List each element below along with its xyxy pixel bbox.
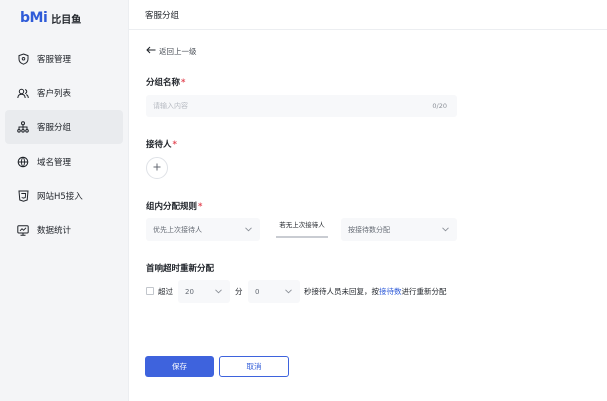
receptionist-label-text: 接待人 — [146, 140, 172, 150]
required-mark: * — [181, 78, 186, 88]
brand-name: 比目鱼 — [51, 14, 82, 26]
sidebar-item-label: 网站H5接入 — [37, 192, 83, 202]
tab-underline — [276, 236, 328, 238]
timeout-description: 秒接待人员未回复，按接待数进行重新分配 — [304, 286, 447, 297]
minutes-unit: 分 — [235, 287, 243, 296]
globe-icon — [17, 156, 29, 168]
sidebar-item-service-groups[interactable]: 客服分组 — [5, 110, 123, 144]
users-icon — [17, 87, 29, 99]
sidebar-item-label: 客服分组 — [37, 123, 72, 133]
save-button[interactable]: 保存 — [145, 356, 214, 377]
fallback-rule-label: 若无上次接待人 — [279, 221, 325, 229]
minutes-value: 20 — [185, 287, 194, 296]
chevron-down-icon — [442, 226, 449, 234]
timeout-suffix-end: 进行重新分配 — [401, 287, 447, 296]
checkbox-label: 超过 — [158, 287, 173, 296]
sidebar-item-label: 客服管理 — [37, 55, 72, 65]
timeout-checkbox[interactable] — [146, 287, 154, 295]
char-counter: 0/20 — [432, 102, 447, 110]
sidebar-item-h5-access[interactable]: 网站H5接入 — [5, 179, 123, 213]
primary-rule-value: 优先上次接待人 — [153, 225, 202, 234]
back-link[interactable]: 返回上一级 — [146, 46, 197, 57]
chevron-down-icon — [245, 226, 252, 234]
back-link-label: 返回上一级 — [159, 47, 197, 56]
timeout-suffix-text: 秒接待人员未回复，按 — [304, 287, 379, 296]
required-mark: * — [198, 202, 203, 212]
plus-icon — [153, 163, 161, 174]
allocation-rule-label-text: 组内分配规则 — [146, 202, 198, 212]
h5-icon — [17, 190, 29, 202]
sidebar: bMi 比目鱼 客服管理 客户列表 客服分组 域名管理 网站H5接入 数据统计 — [0, 0, 129, 401]
top-header: 客服分组 — [129, 0, 607, 30]
allocation-rule-label: 组内分配规则* — [146, 200, 202, 212]
shield-icon — [17, 53, 29, 65]
sidebar-item-label: 数据统计 — [37, 226, 72, 236]
group-name-input[interactable] — [146, 95, 457, 117]
page-title: 客服分组 — [145, 11, 180, 21]
group-name-label: 分组名称* — [146, 76, 185, 88]
monitor-chart-icon — [17, 224, 29, 236]
sidebar-item-statistics[interactable]: 数据统计 — [5, 213, 123, 247]
sidebar-item-service-management[interactable]: 客服管理 — [5, 42, 123, 76]
chevron-down-icon — [285, 288, 292, 296]
receptionist-label: 接待人* — [146, 138, 177, 150]
add-receptionist-button[interactable] — [146, 157, 168, 179]
sidebar-item-label: 客户列表 — [37, 89, 72, 99]
required-mark: * — [172, 140, 177, 150]
seconds-select[interactable]: 0 — [248, 280, 300, 303]
sidebar-item-domain-management[interactable]: 域名管理 — [5, 145, 123, 179]
group-name-label-text: 分组名称 — [146, 78, 181, 88]
cancel-button[interactable]: 取消 — [219, 356, 289, 377]
timeout-label: 首响超时重新分配 — [146, 264, 215, 274]
org-tree-icon — [17, 121, 29, 133]
group-name-field[interactable]: 0/20 — [146, 95, 457, 117]
logo-mark: bMi — [20, 10, 48, 26]
secondary-rule-value: 按接待数分配 — [348, 225, 390, 234]
seconds-value: 0 — [255, 287, 260, 296]
secondary-rule-select[interactable]: 按接待数分配 — [341, 218, 457, 241]
chevron-down-icon — [215, 288, 222, 296]
sidebar-item-customer-list[interactable]: 客户列表 — [5, 76, 123, 110]
arrow-left-icon — [146, 46, 156, 57]
brand-logo[interactable]: bMi 比目鱼 — [20, 8, 81, 28]
fallback-rule-tab[interactable]: 若无上次接待人 — [276, 219, 328, 238]
reception-count-link[interactable]: 接待数 — [379, 287, 402, 296]
sidebar-item-label: 域名管理 — [37, 158, 72, 168]
primary-rule-select[interactable]: 优先上次接待人 — [146, 218, 260, 241]
minutes-select[interactable]: 20 — [178, 280, 230, 303]
